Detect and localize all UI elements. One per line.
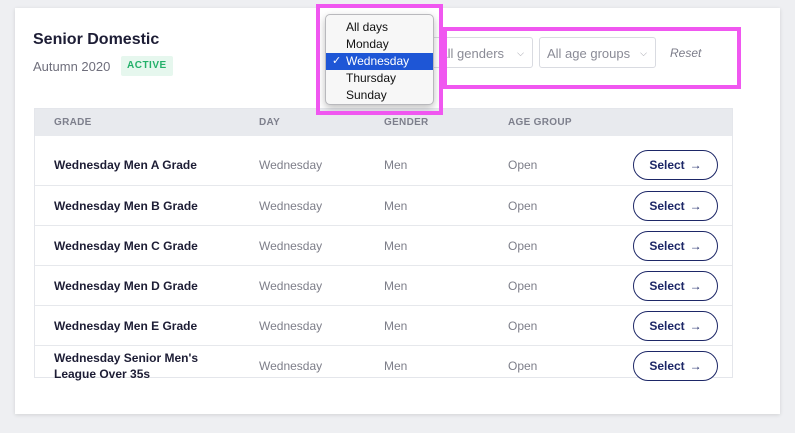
arrow-right-icon: → [689, 359, 702, 373]
arrow-right-icon: → [689, 199, 702, 213]
table-row: Wednesday Men D Grade Wednesday Men Open… [35, 265, 732, 306]
status-badge: ACTIVE [121, 56, 173, 76]
grade-name: Wednesday Men C Grade [54, 239, 198, 253]
grade-name: Wednesday Men A Grade [54, 158, 197, 172]
select-grade-button[interactable]: Select → [633, 231, 718, 261]
grade-gender: Men [384, 199, 408, 213]
select-button-label: Select [649, 239, 685, 253]
grade-gender: Men [384, 239, 408, 253]
select-grade-button[interactable]: Select → [633, 311, 718, 341]
grade-name: Wednesday Men D Grade [54, 279, 198, 293]
grade-day: Wednesday [259, 239, 323, 253]
grade-name: Wednesday Men E Grade [54, 319, 198, 333]
grade-age-group: Open [508, 279, 538, 293]
arrow-right-icon: → [689, 319, 702, 333]
select-button-label: Select [649, 319, 685, 333]
header-grade: GRADE [54, 117, 92, 128]
select-grade-button[interactable]: Select → [633, 191, 718, 221]
highlight-box-filters [443, 27, 741, 89]
grades-table: GRADE DAY GENDER AGE GROUP Wednesday Men… [34, 108, 733, 381]
grade-name: Wednesday Men B Grade [54, 199, 198, 213]
table-row: Wednesday Senior Men's League Over 35s W… [35, 345, 732, 386]
grade-gender: Men [384, 279, 408, 293]
grade-day: Wednesday [259, 319, 323, 333]
arrow-right-icon: → [689, 279, 702, 293]
grade-age-group: Open [508, 158, 538, 172]
grade-age-group: Open [508, 239, 538, 253]
grade-day: Wednesday [259, 279, 323, 293]
header-age-group: AGE GROUP [508, 117, 572, 128]
grade-gender: Men [384, 359, 408, 373]
select-button-label: Select [649, 199, 685, 213]
grade-name: Wednesday Senior Men's League Over 35s [54, 351, 199, 381]
arrow-right-icon: → [689, 239, 702, 253]
competition-title: Senior Domestic [33, 31, 160, 48]
grade-age-group: Open [508, 359, 538, 373]
table-row: Wednesday Men C Grade Wednesday Men Open… [35, 225, 732, 266]
grade-day: Wednesday [259, 359, 323, 373]
grade-day: Wednesday [259, 199, 323, 213]
grade-age-group: Open [508, 319, 538, 333]
grade-day: Wednesday [259, 158, 323, 172]
grade-gender: Men [384, 319, 408, 333]
select-button-label: Select [649, 279, 685, 293]
select-grade-button[interactable]: Select → [633, 351, 718, 381]
table-row: Wednesday Men E Grade Wednesday Men Open… [35, 305, 732, 346]
season-label: Autumn 2020 [33, 59, 111, 74]
select-grade-button[interactable]: Select → [633, 150, 718, 180]
header-day: DAY [259, 117, 281, 128]
highlight-box-day-dropdown [316, 4, 443, 115]
select-button-label: Select [649, 158, 685, 172]
table-row: Wednesday Men B Grade Wednesday Men Open… [35, 185, 732, 226]
select-button-label: Select [649, 359, 685, 373]
table-row: Wednesday Men A Grade Wednesday Men Open… [35, 145, 732, 185]
select-grade-button[interactable]: Select → [633, 271, 718, 301]
grade-age-group: Open [508, 199, 538, 213]
grade-gender: Men [384, 158, 408, 172]
arrow-right-icon: → [689, 158, 702, 172]
